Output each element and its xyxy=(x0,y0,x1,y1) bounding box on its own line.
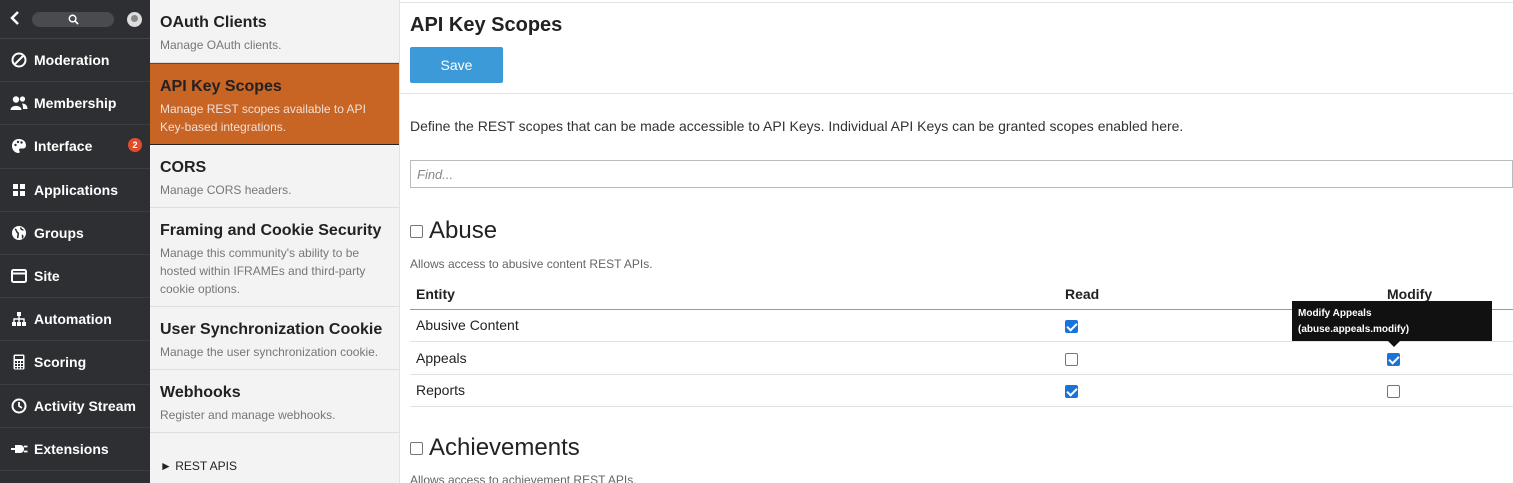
nav-item-label: Groups xyxy=(34,224,84,241)
section-title: Abuse xyxy=(429,217,498,244)
nav-item-label: Moderation xyxy=(34,52,110,69)
column-header-entity: Entity xyxy=(410,280,1065,310)
palette-icon xyxy=(10,137,28,155)
window-icon xyxy=(10,267,28,285)
notification-badge: 2 xyxy=(128,138,142,153)
search-icon xyxy=(68,14,79,25)
read-checkbox[interactable] xyxy=(1065,385,1078,399)
clock-icon xyxy=(10,397,28,415)
subnav-item-oauth-clients[interactable]: OAuth Clients Manage OAuth clients. xyxy=(150,0,399,63)
top-divider xyxy=(400,2,1513,3)
nav-item-site[interactable]: Site xyxy=(0,255,150,299)
section-desc: Allows access to achievement REST APIs. xyxy=(410,473,637,483)
subnav-item-desc: Manage the user synchronization cookie. xyxy=(160,345,379,359)
save-button[interactable]: Save xyxy=(410,47,503,83)
entity-name: Appeals xyxy=(410,341,1065,375)
table-row: Reports xyxy=(410,374,1513,407)
subnav-item-title: OAuth Clients xyxy=(160,14,267,31)
search-button[interactable] xyxy=(32,11,114,27)
admin-left-nav: Moderation Membership Interface 2 Applic… xyxy=(0,0,150,483)
nav-item-label: Interface xyxy=(34,138,93,155)
integrations-subnav: OAuth Clients Manage OAuth clients. API … xyxy=(150,0,400,483)
find-input[interactable] xyxy=(410,160,1513,188)
chevron-left-icon[interactable] xyxy=(10,10,26,28)
nav-item-moderation[interactable]: Moderation xyxy=(0,39,150,83)
nav-item-label: Extensions xyxy=(34,440,109,457)
nav-item-label: Site xyxy=(34,268,60,285)
subnav-item-framing-cookie-security[interactable]: Framing and Cookie Security Manage this … xyxy=(150,208,399,307)
tooltip-title: Modify Appeals xyxy=(1298,308,1372,319)
subnav-item-webhooks[interactable]: Webhooks Register and manage webhooks. xyxy=(150,370,399,433)
subnav-item-cors[interactable]: CORS Manage CORS headers. xyxy=(150,145,399,208)
nav-item-groups[interactable]: Groups xyxy=(0,212,150,255)
nav-item-membership[interactable]: Membership xyxy=(0,82,150,126)
read-checkbox[interactable] xyxy=(1065,352,1078,366)
entity-name: Reports xyxy=(410,374,1065,407)
nav-item-label: Scoring xyxy=(34,354,87,371)
nav-item-scoring[interactable]: Scoring xyxy=(0,341,150,385)
subnav-item-title: Framing and Cookie Security xyxy=(160,222,382,239)
subnav-item-title: API Key Scopes xyxy=(160,78,282,95)
modify-appeals-tooltip: Modify Appeals (abuse.appeals.modify) xyxy=(1292,301,1492,347)
subnav-item-desc: Manage CORS headers. xyxy=(160,183,292,197)
subnav-item-title: User Synchronization Cookie xyxy=(160,321,383,338)
subnav-item-user-sync-cookie[interactable]: User Synchronization Cookie Manage the u… xyxy=(150,307,399,370)
subnav-item-title: Webhooks xyxy=(160,384,241,401)
section-header-abuse: Abuse xyxy=(410,217,497,245)
modify-checkbox[interactable] xyxy=(1387,352,1400,366)
sitemap-icon xyxy=(10,310,28,328)
nav-item-label: Activity Stream xyxy=(34,397,136,414)
nav-item-automation[interactable]: Automation xyxy=(0,298,150,342)
subnav-item-desc: Register and manage webhooks. xyxy=(160,408,336,422)
section-header-achievements: Achievements xyxy=(410,434,580,462)
nav-item-applications[interactable]: Applications xyxy=(0,169,150,212)
subnav-item-title: CORS xyxy=(160,159,207,176)
read-checkbox[interactable] xyxy=(1065,320,1078,334)
subnav-item-desc: Manage this community's ability to be ho… xyxy=(160,246,366,296)
section-desc: Allows access to abusive content REST AP… xyxy=(410,257,653,271)
plug-icon xyxy=(10,440,28,458)
page-title: API Key Scopes xyxy=(410,14,563,36)
subnav-item-api-key-scopes[interactable]: API Key Scopes Manage REST scopes availa… xyxy=(150,63,399,145)
subnav-item-desc: Manage REST scopes available to API Key-… xyxy=(160,102,366,134)
nav-item-label: Automation xyxy=(34,311,112,328)
section-checkbox-achievements[interactable] xyxy=(410,441,423,455)
nav-item-activity-stream[interactable]: Activity Stream xyxy=(0,385,150,428)
ban-icon xyxy=(10,51,28,69)
nav-item-label: Membership xyxy=(34,95,117,112)
left-nav-topbar xyxy=(0,0,150,39)
entity-name: Abusive Content xyxy=(410,309,1065,342)
subnav-item-desc: Manage OAuth clients. xyxy=(160,38,282,52)
nav-item-interface[interactable]: Interface 2 xyxy=(0,125,150,169)
tooltip-scope: (abuse.appeals.modify) xyxy=(1298,324,1410,335)
nav-item-label: Applications xyxy=(34,181,119,198)
main-content: API Key Scopes Save Define the REST scop… xyxy=(400,0,1513,483)
users-icon xyxy=(10,94,28,112)
grid-icon xyxy=(10,181,28,199)
header-divider xyxy=(400,93,1513,94)
globe-icon xyxy=(10,224,28,242)
user-avatar-icon[interactable] xyxy=(127,11,142,27)
section-title: Achievements xyxy=(429,434,580,461)
table-row: Appeals xyxy=(410,341,1513,375)
section-checkbox-abuse[interactable] xyxy=(410,224,423,238)
page-description: Define the REST scopes that can be made … xyxy=(410,118,1184,134)
modify-checkbox[interactable] xyxy=(1387,385,1400,399)
calculator-icon xyxy=(10,353,28,371)
rest-apis-toggle[interactable]: ► REST APIS xyxy=(150,433,399,483)
nav-item-extensions[interactable]: Extensions xyxy=(0,428,150,471)
scopes-table-abuse: Entity Read Modify Abusive Content Appea… xyxy=(410,280,1513,407)
